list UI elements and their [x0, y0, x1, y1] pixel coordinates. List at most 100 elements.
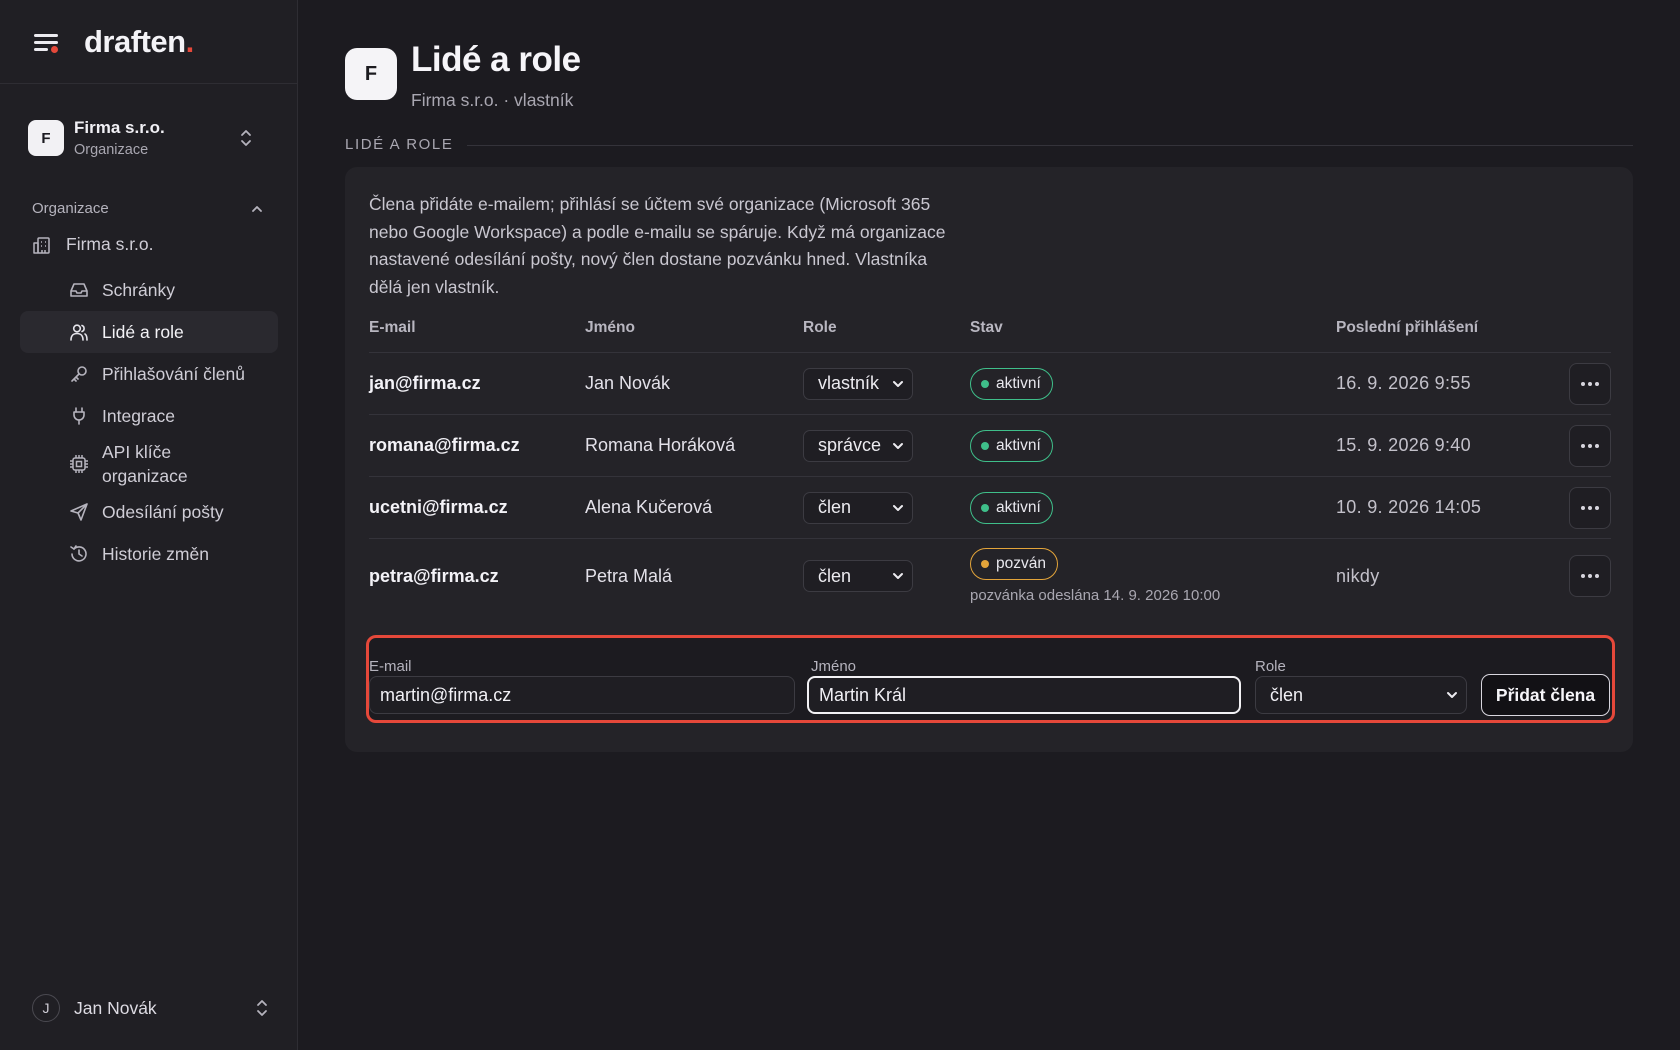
status-badge-label: aktivní [996, 374, 1041, 392]
page-title: Lidé a role [411, 40, 581, 79]
sidebar-item-lide-a-role[interactable]: Lidé a role [20, 311, 278, 353]
chevron-down-icon [893, 380, 903, 387]
sidebar-item-label: Přihlašování členů [102, 363, 245, 384]
member-email: romana@firma.cz [369, 435, 520, 455]
chevron-up-down-icon [241, 130, 251, 146]
role-select-value: člen [1270, 684, 1304, 705]
chevron-up-icon [252, 205, 262, 212]
sidebar-item-label: Odesílání pošty [102, 501, 224, 522]
chevron-down-icon [1447, 692, 1457, 698]
email-field-label: E-mail [369, 658, 412, 675]
role-select-value: člen [818, 497, 852, 517]
member-name: Romana Horáková [585, 435, 736, 455]
add-member-button[interactable]: Přidat člena [1481, 674, 1610, 716]
member-email: ucetni@firma.cz [369, 497, 508, 517]
section-heading-text: LIDÉ A ROLE [345, 136, 454, 153]
org-switcher-name: Firma s.r.o. [74, 118, 165, 137]
chevron-up-down-icon [257, 1000, 267, 1016]
status-badge: aktivní [970, 429, 1053, 462]
table-row: ucetni@firma.cz Alena Kučerová člen akti… [369, 477, 1611, 539]
status-badge: pozván [970, 548, 1058, 580]
member-last-login: nikdy [1336, 565, 1380, 586]
status-badge-label: pozván [996, 555, 1046, 572]
chevron-down-icon [893, 504, 903, 511]
table-header: E-mail Jméno Role Stav Poslední přihláše… [369, 319, 1611, 353]
sidebar: draften. F Firma s.r.o. Organizace Organ… [0, 0, 298, 1050]
members-table: E-mail Jméno Role Stav Poslední přihláše… [369, 319, 1611, 613]
sidebar-item-prihlasovani-clenu[interactable]: Přihlašování členů [20, 353, 278, 395]
col-role: Role [803, 319, 837, 336]
brand-bar: draften. [0, 0, 297, 84]
sidebar-item-label: Schránky [102, 279, 175, 300]
chip-icon [70, 455, 88, 473]
sidebar-org-label: Firma s.r.o. [66, 234, 154, 254]
name-field[interactable]: Martin Král [807, 676, 1241, 714]
member-name: Alena Kučerová [585, 497, 713, 517]
sidebar-item-historie-zmen[interactable]: Historie změn [20, 533, 278, 575]
member-name: Petra Malá [585, 565, 673, 586]
user-name: Jan Novák [74, 997, 157, 1018]
member-last-login: 10. 9. 2026 14:05 [1336, 497, 1482, 517]
sidebar-item-api-klice[interactable]: API klíče organizace [20, 437, 278, 491]
row-actions-button[interactable] [1569, 555, 1611, 597]
table-row: jan@firma.cz Jan Novák vlastník aktivní … [369, 353, 1611, 415]
status-badge-label: aktivní [996, 498, 1041, 516]
status-badge: aktivní [970, 367, 1053, 400]
row-actions-button[interactable] [1569, 362, 1611, 405]
sidebar-item-label: API klíče organizace [102, 442, 188, 486]
building-icon [33, 236, 50, 254]
member-last-login: 16. 9. 2026 9:55 [1336, 373, 1471, 393]
role-select[interactable]: člen [803, 491, 913, 524]
section-heading: LIDÉ A ROLE [345, 136, 1633, 153]
email-field[interactable]: martin@firma.cz [369, 676, 795, 714]
key-icon [71, 366, 87, 382]
sidebar-section-title: Organizace [32, 200, 109, 217]
menu-icon[interactable] [32, 30, 60, 54]
users-icon [70, 324, 88, 341]
role-select-value: vlastník [818, 373, 880, 393]
user-switcher[interactable]: J Jan Novák [32, 994, 268, 1022]
status-badge-label: aktivní [996, 436, 1041, 454]
invite-note: pozvánka odeslána 14. 9. 2026 10:00 [970, 587, 1221, 604]
sidebar-nav: Schránky Lidé a role Přihlašování členů … [20, 269, 278, 575]
sidebar-item-schranky[interactable]: Schránky [20, 269, 278, 311]
page-subtitle: Firma s.r.o. · vlastník [411, 90, 574, 110]
row-actions-button[interactable] [1569, 424, 1611, 467]
name-field-label: Jméno [811, 658, 857, 675]
col-name: Jméno [585, 319, 635, 336]
member-last-login: 15. 9. 2026 9:40 [1336, 435, 1471, 455]
role-select[interactable]: správce [803, 429, 913, 462]
role-select[interactable]: vlastník [803, 367, 913, 400]
role-select[interactable]: člen [1255, 676, 1467, 714]
table-row: romana@firma.cz Romana Horáková správce … [369, 415, 1611, 477]
sidebar-section-organizace[interactable]: Organizace [32, 200, 264, 217]
sidebar-item-firma[interactable]: Firma s.r.o. [32, 234, 154, 255]
add-member-form: E-mail martin@firma.cz Jméno Martin Král… [366, 635, 1615, 723]
role-select-value: člen [818, 565, 852, 586]
page-header: F Lidé a role Firma s.r.o. · vlastník [345, 40, 581, 111]
col-last-login: Poslední přihlášení [1336, 319, 1479, 336]
inbox-icon [70, 283, 88, 297]
role-field-label: Role [1255, 658, 1286, 675]
chevron-down-icon [893, 442, 903, 449]
plug-icon [73, 407, 85, 425]
app-logo[interactable]: draften. [84, 24, 194, 60]
avatar: J [32, 994, 60, 1022]
status-badge: aktivní [970, 491, 1053, 524]
role-select[interactable]: člen [803, 560, 913, 592]
send-icon [70, 503, 88, 521]
table-row: petra@firma.cz Petra Malá člen pozván po… [369, 539, 1611, 613]
divider [467, 145, 1633, 146]
col-email: E-mail [369, 319, 416, 336]
sidebar-item-label: Integrace [102, 405, 175, 426]
sidebar-item-integrace[interactable]: Integrace [20, 395, 278, 437]
intro-text: Člena přidáte e-mailem; přihlásí se účte… [369, 194, 946, 297]
member-email: petra@firma.cz [369, 565, 499, 586]
org-avatar: F [28, 120, 64, 156]
row-actions-button[interactable] [1569, 486, 1611, 529]
members-card: Člena přidáte e-mailem; přihlásí se účte… [345, 167, 1633, 752]
org-switcher[interactable]: F Firma s.r.o. Organizace [28, 116, 272, 160]
history-icon [70, 545, 87, 562]
sidebar-item-odesilani-posty[interactable]: Odesílání pošty [20, 491, 278, 533]
col-state: Stav [970, 319, 1003, 336]
